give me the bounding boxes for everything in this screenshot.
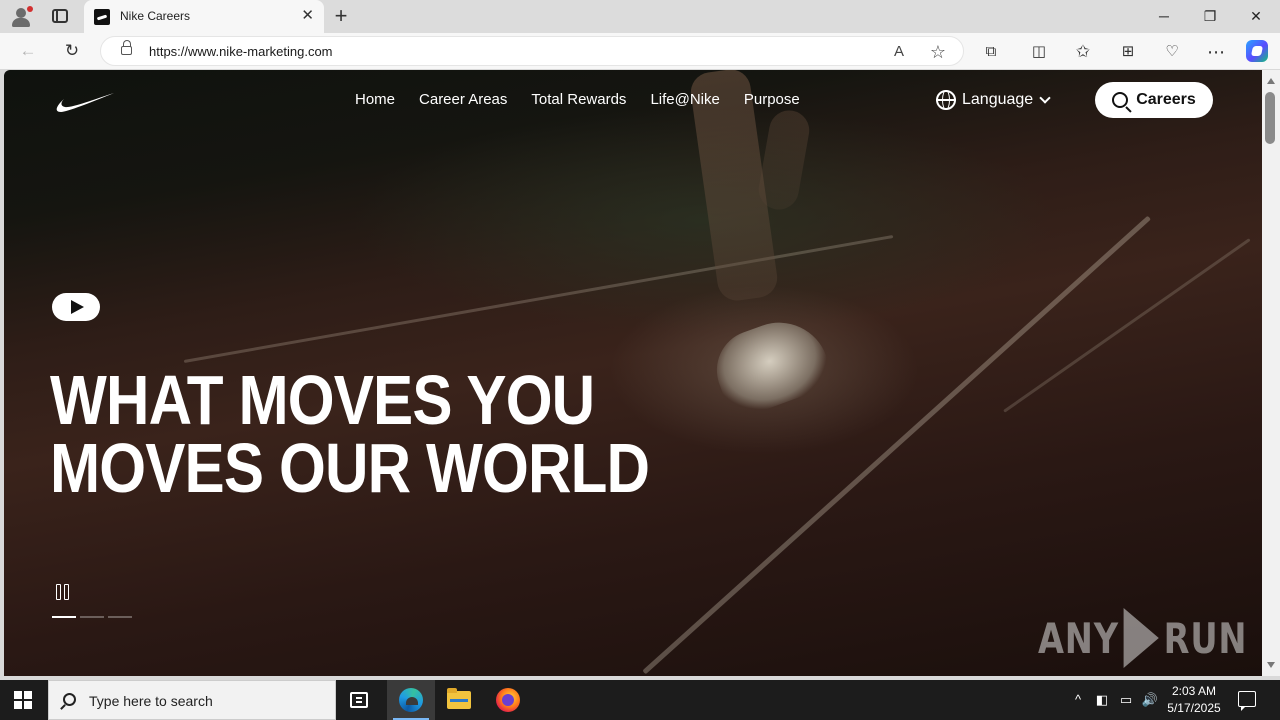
main-nav: Home Career Areas Total Rewards Life@Nik… [355, 90, 824, 110]
hero-headline: WHAT MOVES YOU MOVES OUR WORLD [50, 361, 650, 507]
browser-essentials-icon[interactable]: ♡ [1161, 41, 1183, 63]
pause-bar [56, 584, 61, 600]
edge-browser-icon [399, 688, 423, 712]
carousel-indicator[interactable] [108, 616, 132, 618]
taskbar-search-placeholder: Type here to search [89, 693, 213, 709]
system-clock[interactable]: 2:03 AM 5/17/2025 [1162, 683, 1226, 717]
watermark-play-icon [1123, 608, 1159, 668]
nav-home[interactable]: Home [355, 90, 395, 110]
browser-tab-strip: Nike Careers ✕ + ─ ❐ ✕ [0, 0, 1280, 33]
tab-close-icon[interactable]: ✕ [301, 7, 314, 25]
pause-bar [64, 584, 69, 600]
copilot-icon[interactable] [1246, 40, 1268, 62]
nav-purpose[interactable]: Purpose [744, 90, 800, 110]
taskbar-firefox[interactable] [484, 680, 532, 720]
play-video-button[interactable] [52, 293, 100, 321]
tab-actions-icon[interactable] [52, 9, 68, 23]
favorites-icon[interactable]: ✩ [1072, 41, 1094, 63]
globe-icon [936, 90, 956, 110]
start-tile [24, 691, 32, 699]
profile-icon[interactable] [8, 4, 34, 30]
tab-title: Nike Careers [120, 9, 191, 23]
clock-date: 5/17/2025 [1167, 701, 1221, 715]
start-tile [24, 701, 32, 709]
nav-life-at-nike[interactable]: Life@Nike [650, 90, 719, 110]
collections-icon[interactable]: ⊞ [1117, 41, 1139, 63]
lock-icon[interactable] [121, 40, 132, 55]
extensions-icon[interactable]: ⧉ [980, 41, 1002, 63]
careers-search-button[interactable]: Careers [1095, 82, 1213, 118]
carousel-indicator[interactable] [52, 616, 76, 618]
profile-head [16, 8, 26, 18]
track-lane-line [1003, 238, 1251, 413]
volume-icon[interactable]: 🔊 [1140, 691, 1160, 709]
restore-button[interactable]: ❐ [1187, 6, 1233, 26]
windows-taskbar: Type here to search ^ ◧ ▭ 🔊 2:03 AM 5/17… [0, 680, 1280, 720]
carousel-indicator[interactable] [80, 616, 104, 618]
scroll-down-arrow-icon[interactable] [1267, 662, 1275, 668]
profile-body [12, 18, 30, 27]
url-text[interactable]: https://www.nike-marketing.com [149, 44, 333, 59]
chevron-down-icon [1039, 91, 1051, 104]
taskbar-edge[interactable] [387, 680, 435, 720]
notification-center-icon[interactable] [1238, 691, 1256, 711]
read-aloud-icon[interactable]: A [889, 42, 909, 62]
scroll-up-arrow-icon[interactable] [1267, 78, 1275, 84]
watermark-text-right: RUN [1163, 613, 1248, 663]
new-tab-button[interactable]: + [330, 4, 352, 28]
taskbar-file-explorer[interactable] [435, 680, 483, 720]
address-bar[interactable]: https://www.nike-marketing.com A ☆ [100, 36, 964, 66]
runner-shoe [705, 308, 837, 422]
start-tile [14, 691, 22, 699]
search-icon [63, 693, 76, 706]
taskbar-search-box[interactable]: Type here to search [48, 680, 336, 720]
page-viewport: Home Career Areas Total Rewards Life@Nik… [4, 70, 1262, 676]
search-icon [1112, 92, 1129, 108]
firefox-icon [496, 688, 520, 712]
scroll-thumb[interactable] [1265, 92, 1275, 144]
reload-button[interactable]: ↻ [61, 40, 83, 62]
pause-icon[interactable] [56, 584, 72, 600]
nav-career-areas[interactable]: Career Areas [419, 90, 507, 110]
meet-now-icon[interactable]: ◧ [1092, 691, 1112, 709]
favorite-star-icon[interactable]: ☆ [928, 42, 948, 62]
nike-favicon-icon [94, 9, 110, 25]
anyrun-watermark: ANY RUN [1038, 608, 1247, 668]
split-screen-icon[interactable]: ◫ [1028, 41, 1050, 63]
careers-button-label: Careers [1136, 91, 1196, 108]
file-explorer-icon [447, 688, 471, 709]
network-icon[interactable]: ▭ [1116, 691, 1136, 709]
minimize-button[interactable]: ─ [1141, 6, 1187, 26]
browser-tab[interactable]: Nike Careers ✕ [84, 0, 324, 33]
carousel-progress [52, 616, 132, 618]
language-selector[interactable]: Language [936, 90, 1051, 110]
more-menu-icon[interactable]: ⋯ [1205, 41, 1227, 63]
clock-time: 2:03 AM [1171, 684, 1217, 698]
start-tile [14, 701, 22, 709]
windows-start-icon[interactable] [14, 691, 32, 709]
browser-toolbar: ← ↻ https://www.nike-marketing.com A ☆ ⧉… [0, 33, 1280, 69]
task-view-icon[interactable] [350, 692, 368, 708]
hero-line-2: MOVES OUR WORLD [50, 429, 650, 507]
page-scrollbar[interactable] [1262, 70, 1280, 676]
language-label: Language [962, 91, 1034, 108]
runner-leg [755, 107, 813, 213]
nav-total-rewards[interactable]: Total Rewards [531, 90, 626, 110]
hero-line-1: WHAT MOVES YOU [50, 361, 595, 439]
back-button[interactable]: ← [17, 40, 39, 62]
show-hidden-icons-chevron-icon[interactable]: ^ [1068, 691, 1088, 709]
profile-notification-dot [27, 6, 33, 12]
nike-swoosh-logo-icon[interactable] [52, 90, 114, 114]
watermark-text-left: ANY [1038, 613, 1119, 663]
close-window-button[interactable]: ✕ [1233, 6, 1279, 26]
